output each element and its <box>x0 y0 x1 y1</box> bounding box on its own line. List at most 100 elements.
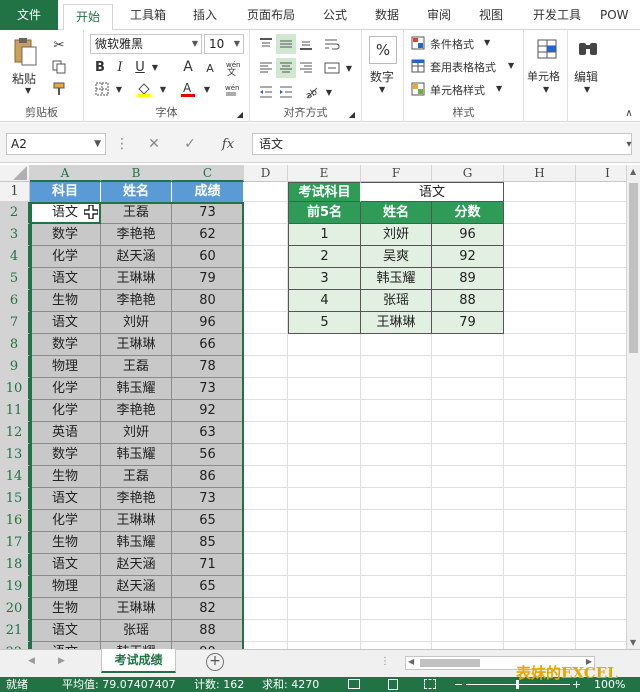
table-cell[interactable]: 赵天涵 <box>101 576 172 598</box>
table-cell[interactable]: 65 <box>172 576 244 598</box>
table-cell[interactable]: 生物 <box>30 598 101 620</box>
cell-styles-icon[interactable] <box>410 80 426 98</box>
grid-cell[interactable] <box>576 378 626 400</box>
editing-dropdown-icon[interactable]: ▼ <box>584 85 590 94</box>
borders-dropdown-icon[interactable]: ▼ <box>114 80 124 98</box>
tab-developer[interactable]: 开发工具 <box>520 0 594 30</box>
grid-cell[interactable] <box>504 356 576 378</box>
table-cell[interactable]: 73 <box>172 378 244 400</box>
grid-cell[interactable] <box>576 488 626 510</box>
insert-function-icon[interactable]: fx <box>216 135 240 153</box>
top5-header-cell[interactable]: 前5名 <box>288 202 361 224</box>
grid-cell[interactable] <box>361 488 432 510</box>
grid-cell[interactable] <box>244 554 288 576</box>
column-header[interactable]: A <box>30 165 101 182</box>
underline-dropdown-icon[interactable]: ▼ <box>150 58 160 76</box>
wrap-text-icon[interactable] <box>322 34 342 54</box>
grid-cell[interactable] <box>288 510 361 532</box>
grid-cell[interactable] <box>576 400 626 422</box>
select-all-corner[interactable] <box>0 165 30 182</box>
table-cell[interactable]: 李艳艳 <box>101 488 172 510</box>
grid-cell[interactable] <box>432 510 504 532</box>
grid-cell[interactable] <box>244 642 288 649</box>
grid-cell[interactable] <box>432 466 504 488</box>
table-cell[interactable]: 71 <box>172 554 244 576</box>
name-box[interactable]: A2 ▼ <box>6 133 106 155</box>
table-header-cell[interactable]: 姓名 <box>101 182 172 202</box>
tab-power[interactable]: POW <box>600 0 640 30</box>
scroll-left-icon[interactable]: ◀ <box>408 657 414 666</box>
find-icon[interactable] <box>574 36 602 62</box>
copy-icon[interactable] <box>50 58 68 76</box>
grid-cell[interactable] <box>361 356 432 378</box>
top5-header-cell[interactable]: 分数 <box>432 202 504 224</box>
font-shrink-button[interactable]: A <box>202 60 218 76</box>
format-painter-icon[interactable] <box>50 80 68 98</box>
grid-cell[interactable] <box>361 642 432 649</box>
table-cell[interactable]: 语文 <box>30 554 101 576</box>
row-header[interactable]: 1 <box>0 182 30 202</box>
grid-cell[interactable] <box>576 356 626 378</box>
top5-cell[interactable]: 3 <box>288 268 361 290</box>
grid-cell[interactable] <box>288 334 361 356</box>
top5-header-cell[interactable]: 姓名 <box>361 202 432 224</box>
grid-cell[interactable] <box>576 466 626 488</box>
number-format-button[interactable]: 数字 <box>370 68 394 85</box>
grid-cell[interactable] <box>244 356 288 378</box>
grid-cell[interactable] <box>504 444 576 466</box>
table-cell[interactable]: 86 <box>172 466 244 488</box>
scroll-up-icon[interactable]: ▲ <box>630 167 636 176</box>
grid-cell[interactable] <box>244 422 288 444</box>
column-header[interactable]: B <box>101 165 172 182</box>
fill-color-icon[interactable] <box>134 80 154 98</box>
grid-cell[interactable] <box>244 290 288 312</box>
top5-cell[interactable]: 92 <box>432 246 504 268</box>
row-header[interactable]: 8 <box>0 334 30 356</box>
column-header[interactable]: D <box>244 165 288 182</box>
row-header[interactable]: 6 <box>0 290 30 312</box>
table-cell[interactable]: 王磊 <box>101 356 172 378</box>
table-cell[interactable]: 语文 <box>30 620 101 642</box>
table-cell[interactable]: 王琳琳 <box>101 598 172 620</box>
top5-cell[interactable]: 2 <box>288 246 361 268</box>
page-break-icon[interactable] <box>424 679 436 689</box>
grid-cell[interactable] <box>244 202 288 224</box>
table-cell[interactable]: 62 <box>172 224 244 246</box>
table-header-cell[interactable]: 科目 <box>30 182 101 202</box>
grid-cell[interactable] <box>504 224 576 246</box>
row-header[interactable]: 5 <box>0 268 30 290</box>
font-color-dropdown-icon[interactable]: ▼ <box>202 80 212 98</box>
font-color-icon[interactable]: A <box>178 80 198 98</box>
grid-cell[interactable] <box>244 444 288 466</box>
grid-cell[interactable] <box>288 620 361 642</box>
grid-cell[interactable] <box>288 400 361 422</box>
top5-cell[interactable]: 79 <box>432 312 504 334</box>
grid-cell[interactable] <box>504 400 576 422</box>
grid-cell[interactable] <box>576 554 626 576</box>
align-left-icon[interactable] <box>256 58 276 78</box>
table-cell[interactable]: 韩玉耀 <box>101 642 172 649</box>
align-top-icon[interactable] <box>256 34 276 54</box>
table-cell[interactable]: 生物 <box>30 532 101 554</box>
grid-cell[interactable] <box>244 400 288 422</box>
grid-cell[interactable] <box>244 532 288 554</box>
grid-cell[interactable] <box>576 510 626 532</box>
row-header[interactable]: 20 <box>0 598 30 620</box>
paste-dropdown-icon[interactable]: ▼ <box>25 86 31 95</box>
grid-cell[interactable] <box>244 182 288 202</box>
align-center-icon[interactable] <box>276 58 296 78</box>
table-cell[interactable]: 78 <box>172 356 244 378</box>
add-sheet-icon[interactable]: + <box>206 653 224 671</box>
table-cell[interactable]: 数学 <box>30 224 101 246</box>
table-cell[interactable]: 80 <box>172 290 244 312</box>
table-cell[interactable]: 数学 <box>30 444 101 466</box>
grid-cell[interactable] <box>504 576 576 598</box>
table-cell[interactable]: 英语 <box>30 422 101 444</box>
table-cell[interactable]: 语文 <box>30 642 101 649</box>
grid-cell[interactable] <box>288 532 361 554</box>
table-cell[interactable]: 王琳琳 <box>101 510 172 532</box>
grid-cell[interactable] <box>361 620 432 642</box>
grid-cell[interactable] <box>576 642 626 649</box>
grid-cell[interactable] <box>288 642 361 649</box>
grid-cell[interactable] <box>361 334 432 356</box>
